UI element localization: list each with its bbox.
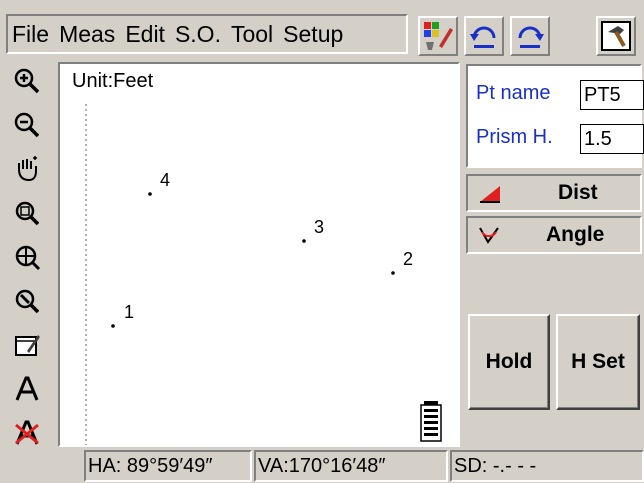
color-palette-icon xyxy=(424,22,453,50)
menu-tool[interactable]: Tool xyxy=(231,21,273,48)
survey-point-4[interactable]: 4 xyxy=(148,170,170,196)
zoom-extents-icon xyxy=(15,289,40,314)
point-label: 1 xyxy=(124,302,134,322)
color-palette-button[interactable] xyxy=(418,16,458,56)
dist-triangle-icon xyxy=(480,186,500,203)
zoom-out-icon xyxy=(14,112,40,138)
survey-point-2[interactable]: 2 xyxy=(391,249,413,275)
pan-button[interactable] xyxy=(10,152,44,186)
menu-bar: File Meas Edit S.O. Tool Setup xyxy=(0,0,644,60)
delete-text-icon xyxy=(15,420,39,445)
redo-icon xyxy=(518,26,544,48)
menu-meas[interactable]: Meas xyxy=(59,21,115,48)
angle-label: Angle xyxy=(546,223,605,246)
zoom-out-button[interactable] xyxy=(10,108,44,142)
zoom-window-button[interactable] xyxy=(10,196,44,230)
point-label: 4 xyxy=(160,170,170,190)
menu-items: File Meas Edit S.O. Tool Setup xyxy=(6,14,408,54)
dist-mode-row[interactable]: Dist xyxy=(466,174,642,212)
pt-name-input[interactable] xyxy=(580,80,644,110)
map-drawing: 1 2 3 4 xyxy=(85,104,442,445)
point-label: 3 xyxy=(314,217,324,237)
settings-hammer-button[interactable] xyxy=(596,16,636,56)
sd-readout: SD: -.- - - xyxy=(450,450,644,482)
zoom-window-icon xyxy=(15,201,40,226)
angle-icon xyxy=(479,227,499,244)
menu-setup[interactable]: Setup xyxy=(283,21,343,48)
survey-point-1[interactable]: 1 xyxy=(111,302,134,328)
zoom-in-button[interactable] xyxy=(10,64,44,98)
undo-icon xyxy=(470,26,496,48)
va-readout: VA:170°16′48″ xyxy=(254,450,448,482)
hammer-icon xyxy=(601,21,631,51)
zoom-center-icon xyxy=(15,245,41,271)
survey-point-3[interactable]: 3 xyxy=(302,217,324,243)
zoom-in-icon xyxy=(14,68,40,94)
text-button[interactable] xyxy=(10,372,44,406)
text-icon xyxy=(15,376,39,401)
point-label: 2 xyxy=(403,249,413,269)
prism-height-label: Prism H. xyxy=(476,126,553,148)
angle-mode-row[interactable]: Angle xyxy=(466,216,642,254)
right-panel: Pt name Prism H. Dist Angle Hold H Set xyxy=(462,62,644,447)
menu-file[interactable]: File xyxy=(12,21,49,48)
redo-button[interactable] xyxy=(510,16,550,56)
note-edit-icon xyxy=(15,335,40,356)
status-bar: HA: 89°59′49″ VA:170°16′48″ SD: -.- - - xyxy=(58,448,644,483)
note-edit-button[interactable] xyxy=(10,328,44,362)
map-canvas[interactable]: Unit:Feet 1 2 3 4 xyxy=(58,62,460,447)
left-toolbar xyxy=(0,60,56,483)
pt-name-label: Pt name xyxy=(476,82,551,104)
pan-hand-icon xyxy=(18,156,37,182)
undo-button[interactable] xyxy=(464,16,504,56)
zoom-extents-button[interactable] xyxy=(10,284,44,318)
ha-readout: HA: 89°59′49″ xyxy=(84,450,252,482)
menu-edit[interactable]: Edit xyxy=(125,21,165,48)
battery-icon xyxy=(420,401,442,442)
h-set-button[interactable]: H Set xyxy=(556,314,640,410)
dist-label: Dist xyxy=(558,181,598,204)
prism-height-input[interactable] xyxy=(580,124,644,154)
hold-button[interactable]: Hold xyxy=(468,314,550,410)
point-fields: Pt name Prism H. xyxy=(466,64,644,168)
menu-so[interactable]: S.O. xyxy=(175,21,221,48)
delete-text-button[interactable] xyxy=(10,416,44,450)
zoom-center-button[interactable] xyxy=(10,240,44,274)
